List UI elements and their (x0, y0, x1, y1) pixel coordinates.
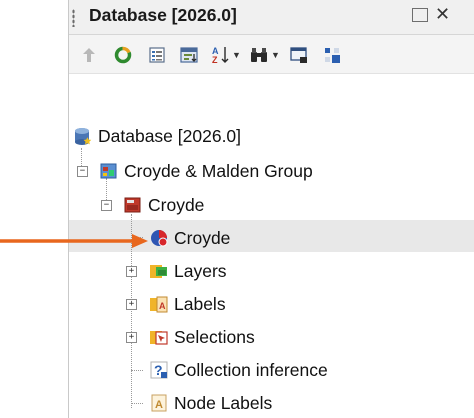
tree-item-network[interactable]: Croyde (123, 191, 204, 219)
expand-toggle[interactable]: + (126, 299, 137, 310)
node-labels-icon: A (151, 394, 167, 412)
expand-toggle[interactable]: + (126, 266, 137, 277)
tree-connector (131, 370, 143, 371)
drag-grip-icon[interactable] (72, 9, 75, 27)
tree-item-label: Collection inference (174, 359, 328, 380)
tree-item-model-selected[interactable]: Croyde (149, 224, 230, 252)
collapse-toggle[interactable]: − (101, 200, 112, 211)
find-icon[interactable] (249, 45, 269, 65)
tree-item-label: Croyde & Malden Group (124, 160, 313, 181)
tree-item-group[interactable]: Croyde & Malden Group (99, 157, 313, 185)
properties-icon[interactable] (147, 45, 167, 65)
annotation-arrow-icon (0, 234, 148, 248)
model-icon (151, 230, 168, 247)
panel-title: Database [2026.0] (89, 5, 237, 25)
refresh-icon[interactable] (113, 45, 133, 65)
tree-item-label: Selections (174, 326, 255, 347)
tree-item-label: Database [2026.0] (98, 125, 242, 146)
close-button[interactable]: ✕ (435, 3, 450, 25)
tree-connector (131, 403, 143, 404)
tree-item-label: Croyde (148, 194, 205, 215)
tree-item-labels[interactable]: A Labels (149, 290, 226, 318)
restore-button[interactable] (412, 8, 428, 22)
tree-item-label: Croyde (174, 227, 231, 248)
sort-by-icon[interactable] (179, 45, 199, 65)
inference-icon: ? (150, 361, 168, 379)
collapse-toggle[interactable]: − (77, 166, 88, 177)
blank-area (0, 0, 68, 418)
svg-text:A: A (159, 301, 166, 311)
svg-text:Z: Z (212, 55, 218, 65)
panel-titlebar[interactable]: Database [2026.0] ✕ (69, 0, 474, 35)
database-icon (75, 128, 92, 145)
labels-icon: A (150, 296, 168, 313)
find-dropdown-caret-icon[interactable]: ▼ (271, 50, 280, 60)
tree-item-label: Layers (174, 260, 227, 281)
sort-az-icon[interactable]: A Z (211, 45, 231, 65)
tree-item-label: Node Labels (174, 392, 273, 413)
tree-item-node-labels[interactable]: A Node Labels (149, 389, 272, 417)
window-icon[interactable] (289, 45, 309, 65)
network-icon (124, 197, 141, 213)
group-icon (100, 163, 117, 179)
grid-icon[interactable] (322, 45, 342, 65)
panel-toolbar: A Z ▼ ▼ (69, 35, 474, 74)
expand-toggle[interactable]: + (126, 332, 137, 343)
database-panel: Database [2026.0] ✕ A Z ▼ ▼ Database [20… (68, 0, 474, 418)
tree-item-database[interactable]: Database [2026.0] (73, 122, 241, 150)
tree-item-collection-inference[interactable]: ? Collection inference (149, 356, 328, 384)
selections-icon (150, 331, 168, 345)
tree-item-selections[interactable]: Selections (149, 323, 255, 351)
layers-icon (150, 265, 167, 278)
tree-item-layers[interactable]: Layers (149, 257, 227, 285)
svg-text:A: A (155, 399, 163, 411)
tree-item-label: Labels (174, 293, 226, 314)
up-arrow-icon[interactable] (79, 45, 99, 65)
sort-dropdown-caret-icon[interactable]: ▼ (232, 50, 241, 60)
